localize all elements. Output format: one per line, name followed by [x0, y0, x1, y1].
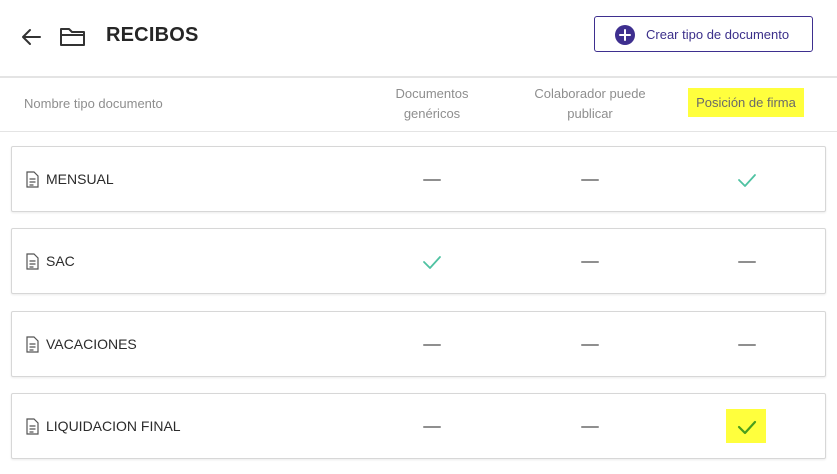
column-header-generic-line2: genéricos: [403, 106, 461, 121]
document-type-row[interactable]: SAC: [11, 228, 826, 294]
collaborator-publish-cell: [575, 247, 605, 277]
create-button-label: Crear tipo de documento: [646, 27, 790, 42]
column-header-generic-documents: Documentos genéricos: [372, 84, 492, 124]
dash-icon: [581, 344, 599, 346]
document-types-page: RECIBOS Crear tipo de documento Nombre t…: [0, 0, 837, 474]
dash-icon: [581, 261, 599, 263]
column-header-collaborator-can-publish: Colaborador puede publicar: [528, 84, 652, 124]
signature-position-cell: [726, 409, 766, 443]
check-icon: [423, 256, 441, 269]
generic-documents-cell: [417, 412, 447, 442]
document-icon: [26, 171, 39, 188]
page-title: RECIBOS: [106, 24, 199, 46]
column-header-signature-position: Posición de firma: [688, 88, 804, 117]
plus-circle-icon: [615, 25, 635, 45]
collaborator-publish-cell: [575, 330, 605, 360]
create-document-type-button[interactable]: Crear tipo de documento: [594, 16, 813, 52]
dash-icon: [423, 179, 441, 181]
column-header-generic-line1: Documentos: [395, 86, 469, 101]
document-icon: [26, 336, 39, 353]
dash-icon: [423, 344, 441, 346]
dash-icon: [581, 426, 599, 428]
collaborator-publish-cell: [575, 165, 605, 195]
generic-documents-cell: [417, 165, 447, 195]
dash-icon: [581, 179, 599, 181]
generic-documents-cell: [417, 330, 447, 360]
document-type-name: MENSUAL: [46, 171, 114, 187]
signature-position-cell: [732, 247, 762, 277]
column-header-collab-line2: publicar: [567, 106, 613, 121]
document-type-row[interactable]: LIQUIDACION FINAL: [11, 393, 826, 459]
document-icon: [26, 253, 39, 270]
generic-documents-cell: [417, 247, 447, 277]
header-divider: [0, 76, 837, 78]
dash-icon: [738, 261, 756, 263]
dash-icon: [423, 426, 441, 428]
signature-position-cell: [732, 165, 762, 195]
check-icon: [738, 174, 756, 187]
folder-icon: [58, 24, 88, 50]
document-type-name: SAC: [46, 253, 75, 269]
document-icon: [26, 418, 39, 435]
document-type-row[interactable]: MENSUAL: [11, 146, 826, 212]
column-header-name: Nombre tipo documento: [24, 96, 163, 111]
collaborator-publish-cell: [575, 412, 605, 442]
signature-position-cell: [732, 330, 762, 360]
page-header: RECIBOS Crear tipo de documento: [0, 0, 837, 76]
document-type-name: VACACIONES: [46, 336, 137, 352]
column-header-collab-line1: Colaborador puede: [534, 86, 646, 101]
back-arrow-icon[interactable]: [20, 26, 42, 48]
document-type-row[interactable]: VACACIONES: [11, 311, 826, 377]
document-type-name: LIQUIDACION FINAL: [46, 418, 181, 434]
dash-icon: [738, 344, 756, 346]
check-icon: [737, 420, 757, 435]
columns-divider: [0, 131, 837, 132]
